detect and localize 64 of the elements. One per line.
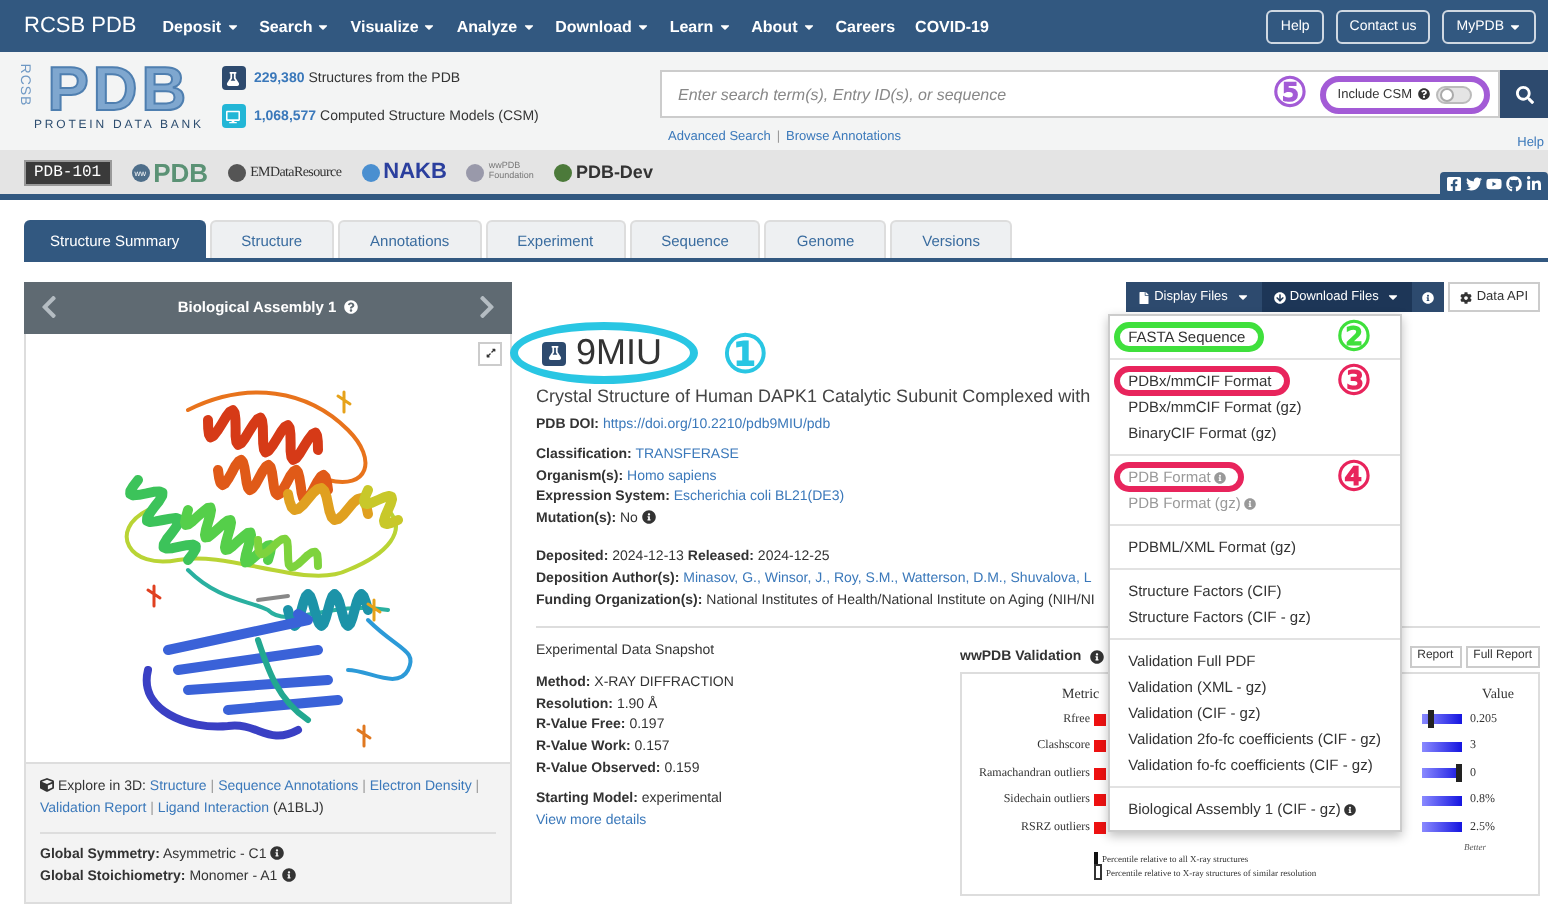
brand-link[interactable]: RCSB PDB <box>24 14 137 38</box>
partner-logo[interactable]: PDB-Dev <box>553 162 653 182</box>
partner-logo[interactable]: NAKB <box>361 160 447 184</box>
caret-icon <box>801 19 816 33</box>
gear-icon <box>1460 291 1473 303</box>
menu-item[interactable]: Careers <box>835 17 896 35</box>
percentile-marker <box>1456 764 1462 783</box>
callout-number: ① <box>722 327 769 379</box>
percentile-bar <box>1094 740 1106 753</box>
info-icon[interactable] <box>641 509 656 524</box>
caret-icon <box>717 19 732 33</box>
menu-item[interactable]: COVID-19 <box>915 17 989 35</box>
info-icon <box>1344 803 1357 815</box>
monitor-icon <box>221 104 246 128</box>
info-icon <box>1422 291 1435 303</box>
caret-icon <box>422 19 437 33</box>
menu-item[interactable]: Download <box>555 17 650 35</box>
percentile-marker <box>1428 710 1434 729</box>
search-icon <box>1515 85 1533 103</box>
callout-number: ② <box>1336 317 1373 357</box>
menu-item[interactable]: About <box>751 17 816 35</box>
percentile-bar <box>1094 767 1106 780</box>
caret-icon <box>1386 290 1401 304</box>
caret-icon <box>1235 290 1250 304</box>
entry-title: Crystal Structure of Human DAPK1 Catalytic Subunit Complexed with <box>536 386 1091 406</box>
callout-number: ④ <box>1336 457 1373 497</box>
caret-icon <box>316 19 331 33</box>
callout-number: ③ <box>1336 361 1373 401</box>
twitter-icon[interactable] <box>1466 175 1482 191</box>
partner-logo[interactable]: PDB-101 <box>24 159 112 185</box>
caret-icon <box>1508 19 1522 33</box>
search-button[interactable] <box>1500 70 1548 118</box>
entry-id: 9MIU <box>576 332 663 374</box>
flask-icon <box>542 341 566 365</box>
flask-icon <box>221 66 246 90</box>
expand-icon <box>485 348 495 359</box>
download-icon <box>1273 291 1286 303</box>
info-icon <box>1244 497 1257 509</box>
next-icon[interactable] <box>474 294 500 321</box>
menu-item[interactable]: Analyze <box>456 17 536 35</box>
info-icon[interactable] <box>281 867 296 881</box>
info-icon[interactable] <box>270 846 285 860</box>
menu-item[interactable]: Search <box>259 17 331 35</box>
caret-icon <box>225 19 240 33</box>
caret-icon <box>521 19 536 33</box>
linkedin-icon[interactable] <box>1526 175 1542 191</box>
file-icon <box>1138 291 1151 303</box>
help-icon[interactable] <box>344 300 359 315</box>
info-icon[interactable] <box>1089 649 1104 664</box>
cube-icon <box>40 778 54 792</box>
percentile-bar <box>1094 821 1106 834</box>
percentile-bar <box>1094 794 1106 807</box>
info-button[interactable] <box>1412 282 1445 312</box>
github-icon[interactable] <box>1506 175 1522 191</box>
youtube-icon[interactable] <box>1486 175 1502 191</box>
caret-icon <box>635 19 650 33</box>
info-icon <box>1214 471 1227 483</box>
percentile-bar <box>1094 713 1106 726</box>
menu-item[interactable]: Visualize <box>350 17 437 35</box>
facebook-icon[interactable] <box>1446 175 1462 191</box>
expand-button[interactable] <box>478 341 502 366</box>
menu-item[interactable]: Deposit <box>162 17 240 35</box>
previous-icon[interactable] <box>36 294 62 321</box>
menu-item[interactable]: Learn <box>669 17 732 35</box>
